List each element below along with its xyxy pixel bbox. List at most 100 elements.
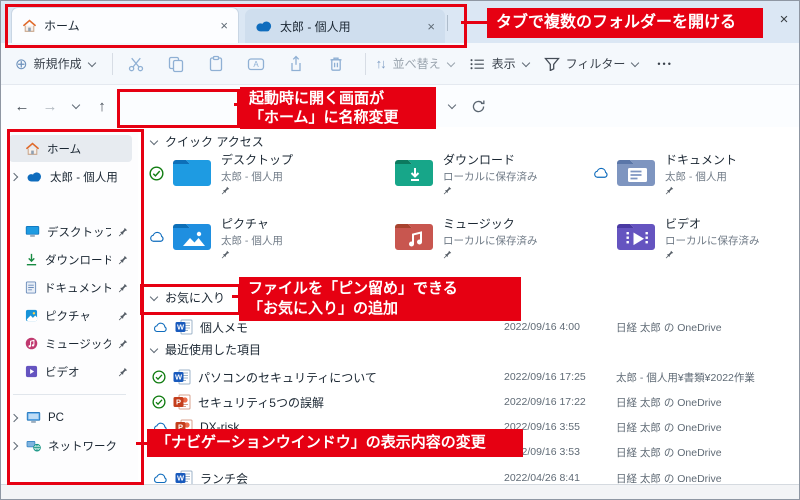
refresh-button[interactable] xyxy=(465,85,491,127)
chevron-down-icon xyxy=(522,60,530,68)
pin-icon xyxy=(443,250,538,259)
quick-access-row: ピクチャ 太郎 - 個人用 ミュージック ローカルに保存済み ビデオ xyxy=(148,215,800,259)
folder-videos-icon xyxy=(615,220,659,254)
svg-text:W: W xyxy=(177,323,185,332)
download-icon xyxy=(25,253,38,266)
sidebar-item-videos[interactable]: ビデオ xyxy=(9,358,132,385)
tab-home[interactable]: ホーム × xyxy=(11,7,239,43)
back-button[interactable]: ← xyxy=(9,85,35,127)
annotation-tabs: タブで複数のフォルダーを開ける xyxy=(487,8,763,38)
pin-icon xyxy=(221,250,283,259)
section-recent[interactable]: 最近使用した項目 xyxy=(150,341,261,358)
delete-button[interactable] xyxy=(323,51,349,77)
cloud-status-icon xyxy=(152,473,168,484)
document-icon xyxy=(25,281,37,294)
sidebar-item-label: ミュージック xyxy=(45,336,111,352)
file-location: 日経 太郎 の OneDrive xyxy=(616,395,793,410)
annotation-line: 「ホーム」に名称変更 xyxy=(249,108,427,127)
sync-check-icon xyxy=(152,395,166,409)
file-date: 2022/04/26 8:41 xyxy=(504,472,616,484)
filter-button[interactable]: フィルター xyxy=(544,55,640,72)
plus-circle-icon: ⊕ xyxy=(15,55,28,73)
sidebar-item-network[interactable]: ネットワーク xyxy=(9,432,132,459)
svg-text:W: W xyxy=(175,373,183,382)
chevron-down-icon xyxy=(447,60,455,68)
chevron-right-icon[interactable] xyxy=(11,414,19,422)
pin-icon xyxy=(118,283,128,293)
toolbar-divider xyxy=(365,53,366,75)
pin-icon xyxy=(665,186,737,195)
word-file-icon: W xyxy=(173,369,191,385)
window-close-button[interactable]: × xyxy=(771,7,797,33)
paste-button[interactable] xyxy=(203,51,229,77)
tile-pictures[interactable]: ピクチャ 太郎 - 個人用 xyxy=(148,215,370,259)
annotation-line: 起動時に開く画面が xyxy=(249,89,427,108)
sidebar-item-downloads[interactable]: ダウンロード xyxy=(9,246,132,273)
forward-button[interactable]: → xyxy=(37,85,63,127)
scissors-icon xyxy=(127,55,145,73)
chevron-down-icon[interactable] xyxy=(150,294,158,302)
sidebar-item-label: PC xyxy=(48,412,132,424)
folder-music-icon xyxy=(393,220,437,254)
sidebar-item-music[interactable]: ミュージック xyxy=(9,330,132,357)
sidebar-item-home[interactable]: ホーム xyxy=(9,135,132,162)
sync-check-icon xyxy=(152,370,166,384)
new-button[interactable]: ⊕ 新規作成 xyxy=(15,55,96,73)
sidebar-item-label: デスクトップ xyxy=(47,224,111,240)
chevron-down-icon[interactable] xyxy=(150,138,158,146)
address-dropdown-button[interactable] xyxy=(439,85,465,127)
sidebar-item-documents[interactable]: ドキュメント xyxy=(9,274,132,301)
sidebar-item-desktop[interactable]: デスクトップ xyxy=(9,218,132,245)
cut-button[interactable] xyxy=(123,51,149,77)
chevron-down-icon[interactable] xyxy=(150,346,158,354)
tile-documents[interactable]: ドキュメント 太郎 - 個人用 xyxy=(592,151,800,195)
tab-close-icon[interactable]: × xyxy=(220,18,228,33)
section-quick-access[interactable]: クイック アクセス xyxy=(150,133,264,150)
music-icon xyxy=(25,337,38,350)
sort-button-label: 並べ替え xyxy=(393,55,441,72)
share-button[interactable] xyxy=(283,51,309,77)
folder-pictures-icon xyxy=(171,220,215,254)
sidebar-item-onedrive[interactable]: 太郎 - 個人用 xyxy=(9,163,132,190)
new-button-label: 新規作成 xyxy=(34,55,82,72)
file-explorer-window: ホーム × 太郎 - 個人用 × + × ⊕ 新規作成 A ↑↓ 並べ替え xyxy=(0,0,800,500)
more-options-button[interactable]: ••• xyxy=(657,59,672,69)
chevron-down-icon xyxy=(72,102,80,110)
sidebar-item-label: ダウンロード xyxy=(45,252,111,268)
rename-button[interactable]: A xyxy=(243,51,269,77)
view-button[interactable]: 表示 xyxy=(469,55,530,72)
tab-label: 太郎 - 個人用 xyxy=(280,18,420,35)
chevron-right-icon[interactable] xyxy=(11,442,19,450)
pin-icon xyxy=(118,255,128,265)
home-icon xyxy=(22,19,37,33)
tab-close-icon[interactable]: × xyxy=(427,19,435,34)
pin-icon xyxy=(118,311,128,321)
toolbar-divider xyxy=(112,53,113,75)
file-location: 日経 太郎 の OneDrive xyxy=(616,445,793,460)
tile-subtitle: ローカルに保存済み xyxy=(443,233,538,248)
section-favorites[interactable]: お気に入り xyxy=(150,289,225,306)
status-strip xyxy=(1,484,799,499)
up-button[interactable]: ↑ xyxy=(89,85,115,127)
pin-icon xyxy=(443,186,538,195)
tile-music[interactable]: ミュージック ローカルに保存済み xyxy=(370,215,592,259)
sort-button[interactable]: ↑↓ 並べ替え xyxy=(376,55,455,72)
folder-desktop-icon xyxy=(171,156,215,190)
chevron-right-icon[interactable] xyxy=(11,173,19,181)
sidebar-item-pictures[interactable]: ピクチャ xyxy=(9,302,132,329)
copy-button[interactable] xyxy=(163,51,189,77)
desktop-icon xyxy=(25,225,40,238)
cloud-status-icon xyxy=(152,322,168,333)
tab-user-folder[interactable]: 太郎 - 個人用 × xyxy=(245,9,445,43)
file-row[interactable]: W パソコンのセキュリティについて 2022/09/16 17:25 太郎 - … xyxy=(138,365,793,389)
sidebar-item-pc[interactable]: PC xyxy=(9,404,132,431)
tile-videos[interactable]: ビデオ ローカルに保存済み xyxy=(592,215,800,259)
section-label: お気に入り xyxy=(165,289,225,306)
tile-desktop[interactable]: デスクトップ 太郎 - 個人用 xyxy=(148,151,370,195)
powerpoint-file-icon: P xyxy=(173,394,191,410)
tile-subtitle: ローカルに保存済み xyxy=(665,233,760,248)
history-dropdown-button[interactable] xyxy=(63,85,89,127)
onedrive-cloud-icon xyxy=(26,171,43,182)
tile-downloads[interactable]: ダウンロード ローカルに保存済み xyxy=(370,151,592,195)
file-row[interactable]: P セキュリティ5つの誤解 2022/09/16 17:22 日経 太郎 の O… xyxy=(138,390,793,414)
